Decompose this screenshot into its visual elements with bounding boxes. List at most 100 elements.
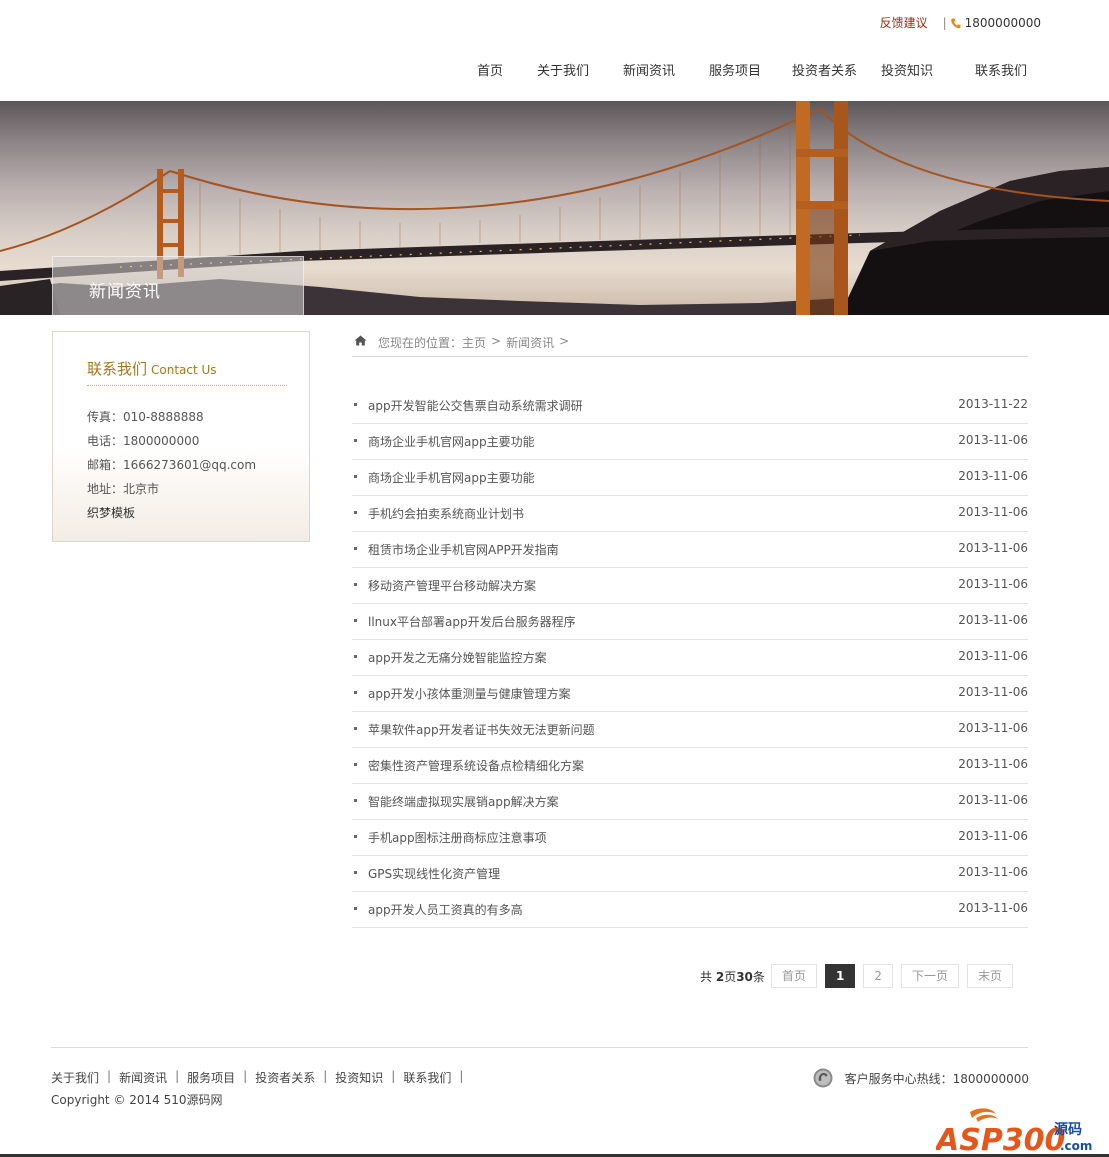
news-date: 2013-11-06 bbox=[958, 613, 1028, 627]
footer-link-services[interactable]: 服务项目 bbox=[187, 1069, 235, 1086]
nav-investment-knowledge[interactable]: 投资知识 bbox=[881, 60, 933, 79]
news-title[interactable]: app开发智能公交售票自动系统需求调研 bbox=[368, 397, 583, 414]
bullet-icon bbox=[354, 727, 357, 730]
last-page-button[interactable]: 末页 bbox=[966, 964, 1013, 988]
list-item: app开发人员工资真的有多高 2013-11-06 bbox=[352, 892, 1028, 928]
pagination-total: 30 bbox=[736, 969, 753, 984]
bullet-icon bbox=[354, 835, 357, 838]
news-date: 2013-11-22 bbox=[958, 397, 1028, 411]
nav-home[interactable]: 首页 bbox=[477, 60, 503, 79]
copyright: Copyright © 2014 510源码网 bbox=[51, 1093, 223, 1107]
news-title[interactable]: 商场企业手机官网app主要功能 bbox=[368, 469, 535, 486]
news-title[interactable]: 移动资产管理平台移动解决方案 bbox=[368, 577, 536, 594]
nav-contact[interactable]: 联系我们 bbox=[975, 60, 1027, 79]
bullet-icon bbox=[354, 403, 357, 406]
news-title[interactable]: app开发之无痛分娩智能监控方案 bbox=[368, 649, 547, 666]
feedback-link[interactable]: 反馈建议 bbox=[880, 14, 928, 31]
news-title[interactable]: app开发小孩体重测量与健康管理方案 bbox=[368, 685, 571, 702]
news-title[interactable]: app开发人员工资真的有多高 bbox=[368, 901, 523, 918]
news-date: 2013-11-06 bbox=[958, 505, 1028, 519]
bullet-icon bbox=[354, 547, 357, 550]
banner: 新闻资讯 bbox=[0, 101, 1109, 315]
footer-separator: | bbox=[107, 1069, 112, 1083]
pagination-info: 共 2页30条 bbox=[700, 968, 765, 985]
news-date: 2013-11-06 bbox=[958, 901, 1028, 915]
bullet-icon bbox=[354, 619, 357, 622]
next-page-button[interactable]: 下一页 bbox=[900, 964, 959, 988]
news-title[interactable]: 智能终端虚拟现实展销app解决方案 bbox=[368, 793, 559, 810]
top-separator: | bbox=[942, 15, 947, 30]
news-title[interactable]: 商场企业手机官网app主要功能 bbox=[368, 433, 535, 450]
news-title[interactable]: GPS实现线性化资产管理 bbox=[368, 865, 500, 882]
footer-separator: | bbox=[175, 1069, 180, 1083]
sidebar-extra: 织梦模板 bbox=[87, 506, 136, 520]
sidebar-address: 地址：北京市 bbox=[87, 482, 160, 496]
breadcrumb-home[interactable]: 主页 bbox=[462, 334, 486, 351]
bullet-icon bbox=[354, 907, 357, 910]
first-page-button[interactable]: 首页 bbox=[770, 964, 817, 988]
news-date: 2013-11-06 bbox=[958, 541, 1028, 555]
watermark-brand: ASP300 bbox=[936, 1123, 1065, 1154]
sidebar-title: 联系我们 Contact Us bbox=[87, 358, 287, 386]
footer-separator: | bbox=[243, 1069, 248, 1083]
footer-link-news[interactable]: 新闻资讯 bbox=[119, 1069, 167, 1086]
news-title[interactable]: 苹果软件app开发者证书失效无法更新问题 bbox=[368, 721, 595, 738]
page-2-button[interactable]: 2 bbox=[863, 964, 893, 988]
news-title[interactable]: 手机app图标注册商标应注意事项 bbox=[368, 829, 547, 846]
footer-link-investment-knowledge[interactable]: 投资知识 bbox=[335, 1069, 383, 1086]
hotline-text: 客户服务中心热线：1800000000 bbox=[844, 1071, 1029, 1086]
news-title[interactable]: 租赁市场企业手机官网APP开发指南 bbox=[368, 541, 559, 558]
breadcrumb-separator: > bbox=[491, 334, 502, 348]
list-item: 商场企业手机官网app主要功能 2013-11-06 bbox=[352, 460, 1028, 496]
footer-link-contact[interactable]: 联系我们 bbox=[403, 1069, 451, 1086]
footer-separator: | bbox=[459, 1069, 464, 1083]
nav-about[interactable]: 关于我们 bbox=[537, 60, 589, 79]
news-date: 2013-11-06 bbox=[958, 649, 1028, 663]
news-date: 2013-11-06 bbox=[958, 865, 1028, 879]
pagination-mid: 页 bbox=[724, 969, 737, 984]
bullet-icon bbox=[354, 583, 357, 586]
bullet-icon bbox=[354, 691, 357, 694]
list-item: 移动资产管理平台移动解决方案 2013-11-06 bbox=[352, 568, 1028, 604]
news-date: 2013-11-06 bbox=[958, 829, 1028, 843]
headset-icon bbox=[813, 1068, 833, 1088]
sidebar-title-en: Contact Us bbox=[151, 363, 217, 377]
nav-investor-relations[interactable]: 投资者关系 bbox=[792, 60, 857, 79]
page-1-button[interactable]: 1 bbox=[824, 964, 856, 988]
news-title[interactable]: 密集性资产管理系统设备点检精细化方案 bbox=[368, 757, 584, 774]
hotline: 客户服务中心热线：1800000000 bbox=[813, 1068, 1029, 1088]
list-item: 密集性资产管理系统设备点检精细化方案 2013-11-06 bbox=[352, 748, 1028, 784]
sidebar-fax: 传真：010-8888888 bbox=[87, 410, 204, 424]
watermark-suffix: 源码 bbox=[1054, 1121, 1082, 1138]
bullet-icon bbox=[354, 799, 357, 802]
list-item: app开发之无痛分娩智能监控方案 2013-11-06 bbox=[352, 640, 1028, 676]
list-item: 智能终端虚拟现实展销app解决方案 2013-11-06 bbox=[352, 784, 1028, 820]
watermark-domain: .com bbox=[1060, 1139, 1092, 1153]
sidebar-tel: 电话：1800000000 bbox=[87, 434, 200, 448]
nav-news[interactable]: 新闻资讯 bbox=[623, 60, 675, 79]
nav-services[interactable]: 服务项目 bbox=[709, 60, 761, 79]
bullet-icon bbox=[354, 763, 357, 766]
list-item: 苹果软件app开发者证书失效无法更新问题 2013-11-06 bbox=[352, 712, 1028, 748]
sidebar-title-cn: 联系我们 bbox=[87, 360, 148, 378]
footer-divider bbox=[51, 1047, 1028, 1048]
news-date: 2013-11-06 bbox=[958, 469, 1028, 483]
footer-link-investor-relations[interactable]: 投资者关系 bbox=[255, 1069, 315, 1086]
breadcrumb-prefix: 您现在的位置： bbox=[378, 336, 463, 350]
home-icon bbox=[354, 335, 368, 347]
footer-link-about[interactable]: 关于我们 bbox=[51, 1069, 99, 1086]
banner-label-box: 新闻资讯 bbox=[52, 256, 304, 315]
list-item: 手机约会拍卖系统商业计划书 2013-11-06 bbox=[352, 496, 1028, 532]
banner-label: 新闻资讯 bbox=[89, 282, 161, 302]
top-links: 反馈建议 | 1800000000 bbox=[880, 14, 1041, 31]
list-item: app开发小孩体重测量与健康管理方案 2013-11-06 bbox=[352, 676, 1028, 712]
news-title[interactable]: llnux平台部署app开发后台服务器程序 bbox=[368, 613, 576, 630]
list-item: 租赁市场企业手机官网APP开发指南 2013-11-06 bbox=[352, 532, 1028, 568]
list-item: 商场企业手机官网app主要功能 2013-11-06 bbox=[352, 424, 1028, 460]
list-item: llnux平台部署app开发后台服务器程序 2013-11-06 bbox=[352, 604, 1028, 640]
bullet-icon bbox=[354, 871, 357, 874]
news-title[interactable]: 手机约会拍卖系统商业计划书 bbox=[368, 505, 524, 522]
pagination-prefix: 共 bbox=[700, 969, 716, 984]
breadcrumb-current[interactable]: 新闻资讯 bbox=[506, 334, 554, 351]
list-item: GPS实现线性化资产管理 2013-11-06 bbox=[352, 856, 1028, 892]
